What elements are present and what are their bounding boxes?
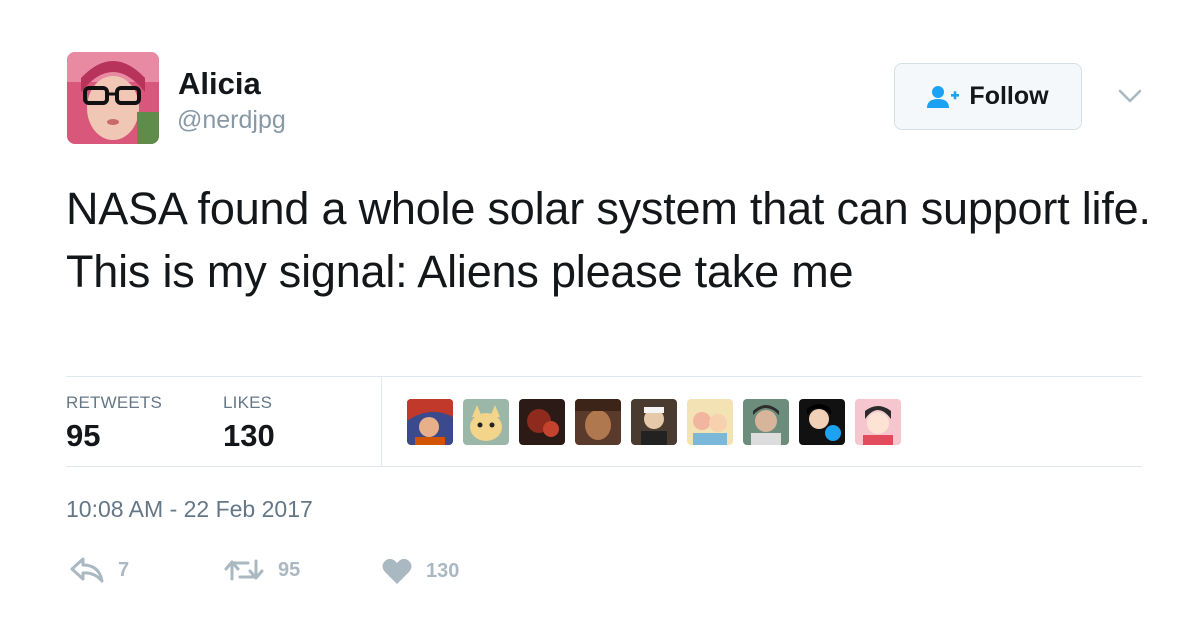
likers-list [407,399,901,445]
liker-avatar[interactable] [687,399,733,445]
liker-avatar[interactable] [799,399,845,445]
tweet-timestamp[interactable]: 10:08 AM - 22 Feb 2017 [66,496,313,523]
liker-avatar-9-icon [855,399,901,445]
follow-button[interactable]: Follow [894,63,1082,130]
tweet-menu-button[interactable] [1116,86,1144,106]
divider [66,376,1142,377]
chevron-down-icon [1118,89,1142,103]
heart-icon [382,558,412,584]
liker-avatar[interactable] [519,399,565,445]
retweet-button[interactable]: 95 [224,557,300,583]
like-button[interactable]: 130 [382,557,459,585]
avatar-photo-icon [67,52,159,144]
liker-avatar-6-icon [687,399,733,445]
reply-button[interactable]: 7 [70,557,129,583]
liker-avatar-8-icon [799,399,845,445]
liker-avatar-5-icon [631,399,677,445]
liker-avatar[interactable] [855,399,901,445]
follow-button-label: Follow [969,82,1049,110]
divider [381,377,382,466]
liker-avatar-4-icon [575,399,621,445]
divider [66,466,1142,467]
user-handle[interactable]: @nerdjpg [177,106,286,135]
tweet-card: Alicia @nerdjpg Follow NASA found a whol… [0,0,1200,627]
liker-avatar[interactable] [407,399,453,445]
like-count: 130 [426,559,460,582]
avatar[interactable] [67,52,159,144]
add-user-icon [927,85,960,108]
liker-avatar-2-icon [463,399,509,445]
display-name[interactable]: Alicia [178,66,261,102]
liker-avatar[interactable] [631,399,677,445]
likes-count[interactable]: 130 [223,418,275,454]
liker-avatar-7-icon [743,399,789,445]
retweets-count[interactable]: 95 [66,418,100,454]
tweet-text: NASA found a whole solar system that can… [66,183,1151,297]
liker-avatar[interactable] [743,399,789,445]
retweet-icon [224,559,264,581]
reply-count: 7 [118,558,130,581]
retweet-count: 95 [278,558,301,581]
retweets-label: RETWEETS [66,393,163,412]
likes-label: LIKES [223,393,273,412]
liker-avatar-3-icon [519,399,565,445]
reply-icon [70,557,104,583]
liker-avatar[interactable] [575,399,621,445]
liker-avatar[interactable] [463,399,509,445]
liker-avatar-1-icon [407,399,453,445]
